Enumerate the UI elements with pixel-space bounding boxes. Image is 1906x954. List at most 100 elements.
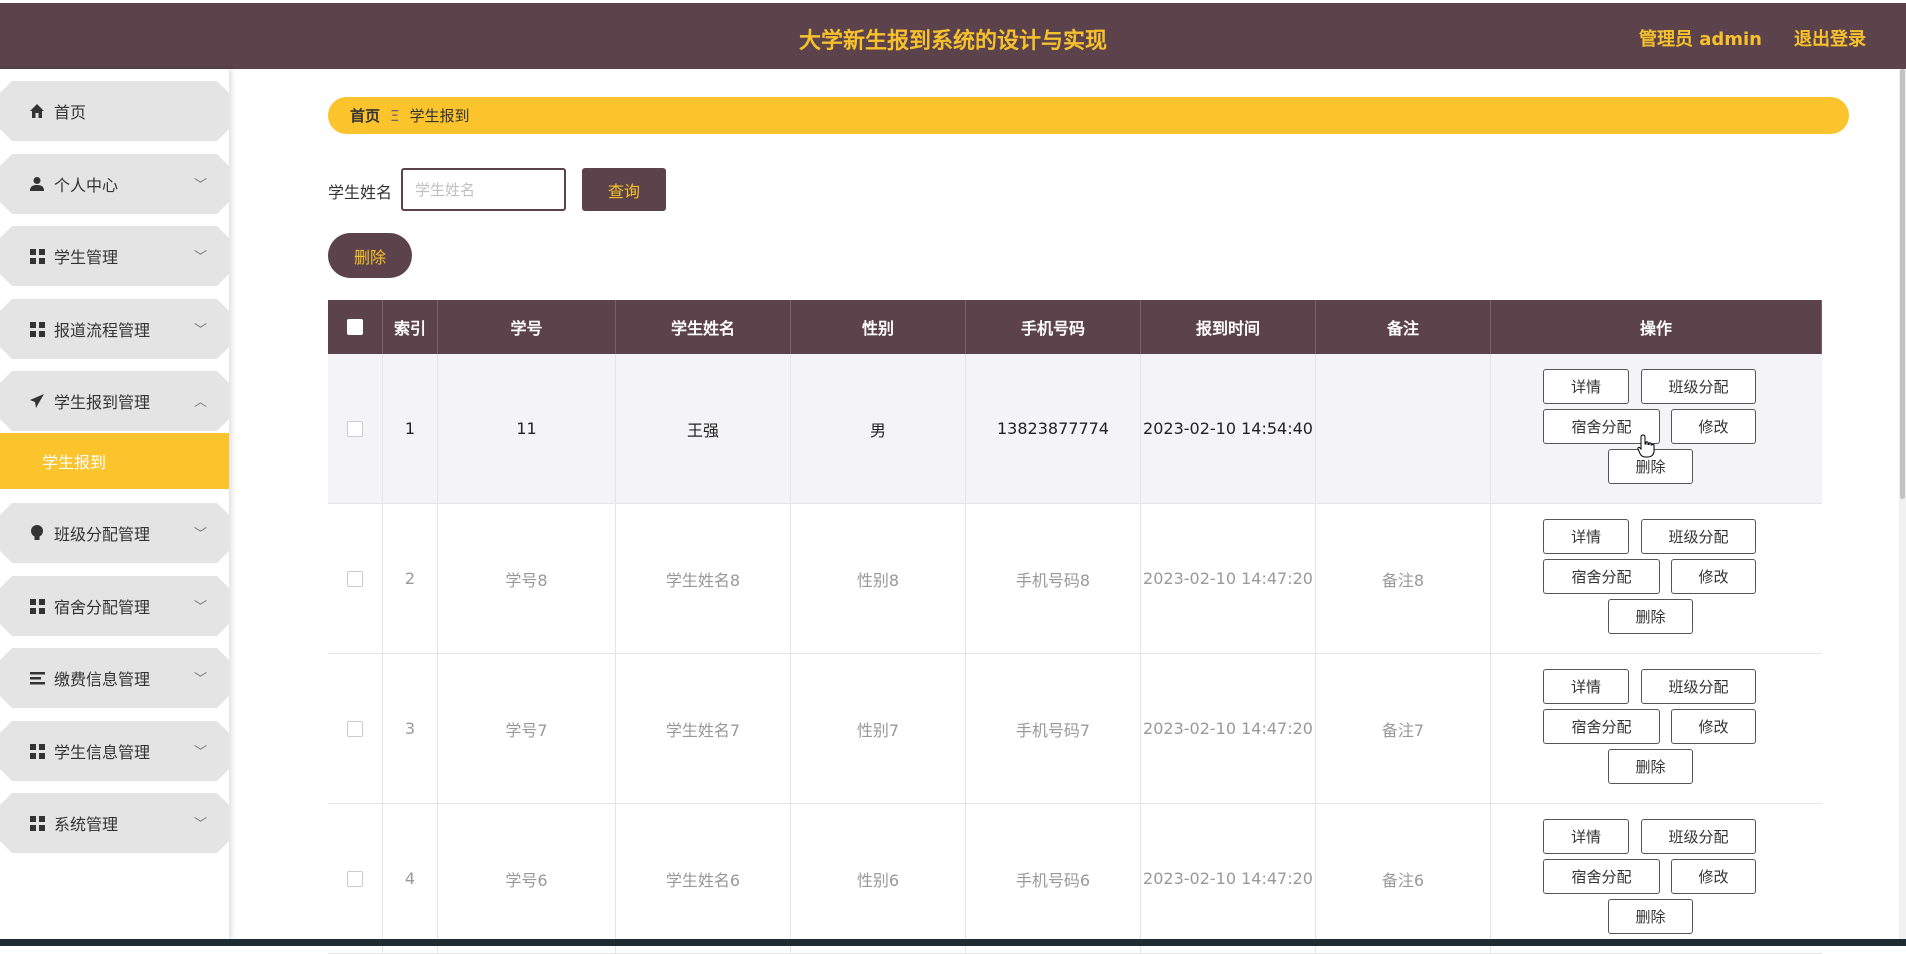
- logout-link[interactable]: 退出登录: [1794, 25, 1866, 51]
- table-header: 索引 学号 学生姓名 性别 手机号码 报到时间 备注 操作: [328, 300, 1822, 354]
- cell-student-name: 学生姓名8: [616, 504, 791, 653]
- taskbar: [0, 939, 1906, 946]
- scrollbar-thumb[interactable]: [1900, 69, 1905, 499]
- detail-button[interactable]: 详情: [1543, 669, 1629, 704]
- row-checkbox[interactable]: [347, 570, 363, 587]
- sidebar-item-student-management[interactable]: 学生管理 ﹀: [0, 226, 229, 286]
- detail-button[interactable]: 详情: [1543, 819, 1629, 854]
- cell-student-name: 王强: [616, 354, 791, 503]
- table-row: 2 学号8 学生姓名8 性别8 手机号码8 2023-02-10 14:47:2…: [328, 504, 1822, 654]
- sidebar-item-system-management[interactable]: 系统管理 ﹀: [0, 793, 229, 853]
- top-header: 大学新生报到系统的设计与实现 管理员 admin 退出登录: [0, 3, 1906, 69]
- sidebar-item-label: 系统管理: [54, 815, 119, 834]
- sidebar-item-label: 宿舍分配管理: [54, 598, 151, 617]
- table-row: 4 学号6 学生姓名6 性别6 手机号码6 2023-02-10 14:47:2…: [328, 804, 1822, 954]
- grid-icon: [28, 814, 46, 832]
- class-assign-button[interactable]: 班级分配: [1641, 369, 1756, 404]
- cell-student-no: 学号7: [438, 654, 616, 803]
- delete-button[interactable]: 删除: [1608, 599, 1693, 634]
- sidebar-item-label: 学生信息管理: [54, 743, 151, 762]
- dorm-assign-button[interactable]: 宿舍分配: [1543, 859, 1660, 894]
- chevron-down-icon: ﹀: [193, 323, 207, 338]
- chevron-up-icon: ︿: [193, 395, 207, 410]
- sidebar-item-registration-management[interactable]: 学生报到管理 ︿: [0, 371, 229, 431]
- cell-actions: 详情 班级分配 宿舍分配 修改 删除: [1491, 504, 1822, 653]
- sidebar-item-label: 学生管理: [54, 248, 119, 267]
- cell-student-name: 学生姓名7: [616, 654, 791, 803]
- sidebar-item-label: 班级分配管理: [54, 525, 151, 544]
- sidebar: 首页 个人中心 ﹀ 学生管理 ﹀ 报道流程管理 ﹀ 学生报到管理 ︿ 学生报到 …: [0, 69, 229, 939]
- cell-actions: 详情 班级分配 宿舍分配 修改 删除: [1491, 654, 1822, 803]
- detail-button[interactable]: 详情: [1543, 519, 1629, 554]
- header-index: 索引: [383, 300, 438, 354]
- grid-icon: [28, 320, 46, 338]
- class-assign-button[interactable]: 班级分配: [1641, 819, 1756, 854]
- chevron-down-icon: ﹀: [193, 527, 207, 542]
- cell-note: 备注8: [1316, 504, 1491, 653]
- cell-registration-time: 2023-02-10 14:47:20: [1141, 504, 1316, 653]
- hand-cursor-icon: [1637, 434, 1655, 462]
- sidebar-item-personal-center[interactable]: 个人中心 ﹀: [0, 154, 229, 214]
- delete-button[interactable]: 删除: [1608, 749, 1693, 784]
- cell-gender: 性别7: [791, 654, 966, 803]
- row-checkbox[interactable]: [347, 870, 363, 887]
- cell-index: 3: [383, 654, 438, 803]
- sidebar-item-student-info-management[interactable]: 学生信息管理 ﹀: [0, 721, 229, 781]
- sidebar-item-dorm-management[interactable]: 宿舍分配管理 ﹀: [0, 576, 229, 636]
- sidebar-item-label: 报道流程管理: [54, 321, 151, 340]
- app-title: 大学新生报到系统的设计与实现: [798, 29, 1107, 54]
- admin-user-label[interactable]: 管理员 admin: [1639, 25, 1762, 51]
- select-all-checkbox[interactable]: [347, 319, 363, 335]
- cell-gender: 性别6: [791, 804, 966, 953]
- edit-button[interactable]: 修改: [1671, 559, 1756, 594]
- chevron-down-icon: ﹀: [193, 600, 207, 615]
- dorm-assign-button[interactable]: 宿舍分配: [1543, 709, 1660, 744]
- student-name-search-input[interactable]: [401, 168, 566, 211]
- chevron-down-icon: ﹀: [193, 250, 207, 265]
- cell-note: [1316, 354, 1491, 503]
- cell-registration-time: 2023-02-10 14:54:40: [1141, 354, 1316, 503]
- sidebar-item-label: 个人中心: [54, 176, 119, 195]
- chevron-down-icon: ﹀: [193, 672, 207, 687]
- row-checkbox[interactable]: [347, 420, 363, 437]
- cell-index: 2: [383, 504, 438, 653]
- grid-icon: [28, 247, 46, 265]
- dorm-assign-button[interactable]: 宿舍分配: [1543, 559, 1660, 594]
- cell-actions: 详情 班级分配 宿舍分配 修改 删除: [1491, 804, 1822, 953]
- batch-delete-button[interactable]: 删除: [328, 233, 412, 278]
- delete-button[interactable]: 删除: [1608, 899, 1693, 934]
- query-button[interactable]: 查询: [582, 168, 666, 211]
- breadcrumb-current: 学生报到: [409, 107, 470, 125]
- bulb-icon: [28, 524, 46, 542]
- row-checkbox[interactable]: [347, 720, 363, 737]
- edit-button[interactable]: 修改: [1671, 409, 1756, 444]
- table-row: 1 11 王强 男 13823877774 2023-02-10 14:54:4…: [328, 354, 1822, 504]
- breadcrumb: 首页 Ξ 学生报到: [328, 97, 1849, 134]
- edit-button[interactable]: 修改: [1671, 859, 1756, 894]
- edit-button[interactable]: 修改: [1671, 709, 1756, 744]
- select-all-cell: [328, 300, 383, 354]
- class-assign-button[interactable]: 班级分配: [1641, 669, 1756, 704]
- header-note: 备注: [1316, 300, 1491, 354]
- breadcrumb-separator: Ξ: [390, 106, 400, 125]
- cell-actions: 详情 班级分配 宿舍分配 修改 删除: [1491, 354, 1822, 503]
- sidebar-item-payment-management[interactable]: 缴费信息管理 ﹀: [0, 648, 229, 708]
- vertical-scrollbar[interactable]: [1899, 69, 1906, 939]
- cell-student-no: 11: [438, 354, 616, 503]
- sidebar-subitem-student-registration[interactable]: 学生报到: [0, 433, 229, 489]
- detail-button[interactable]: 详情: [1543, 369, 1629, 404]
- cell-student-name: 学生姓名6: [616, 804, 791, 953]
- cell-phone: 手机号码6: [966, 804, 1141, 953]
- cell-registration-time: 2023-02-10 14:47:20: [1141, 804, 1316, 953]
- sidebar-item-class-management[interactable]: 班级分配管理 ﹀: [0, 503, 229, 563]
- breadcrumb-home[interactable]: 首页: [350, 105, 380, 126]
- cell-phone: 手机号码8: [966, 504, 1141, 653]
- sidebar-item-process-management[interactable]: 报道流程管理 ﹀: [0, 299, 229, 359]
- cell-student-no: 学号6: [438, 804, 616, 953]
- sidebar-item-home[interactable]: 首页: [0, 81, 229, 141]
- table-row: 3 学号7 学生姓名7 性别7 手机号码7 2023-02-10 14:47:2…: [328, 654, 1822, 804]
- class-assign-button[interactable]: 班级分配: [1641, 519, 1756, 554]
- cell-gender: 男: [791, 354, 966, 503]
- header-phone: 手机号码: [966, 300, 1141, 354]
- home-icon: [28, 102, 46, 120]
